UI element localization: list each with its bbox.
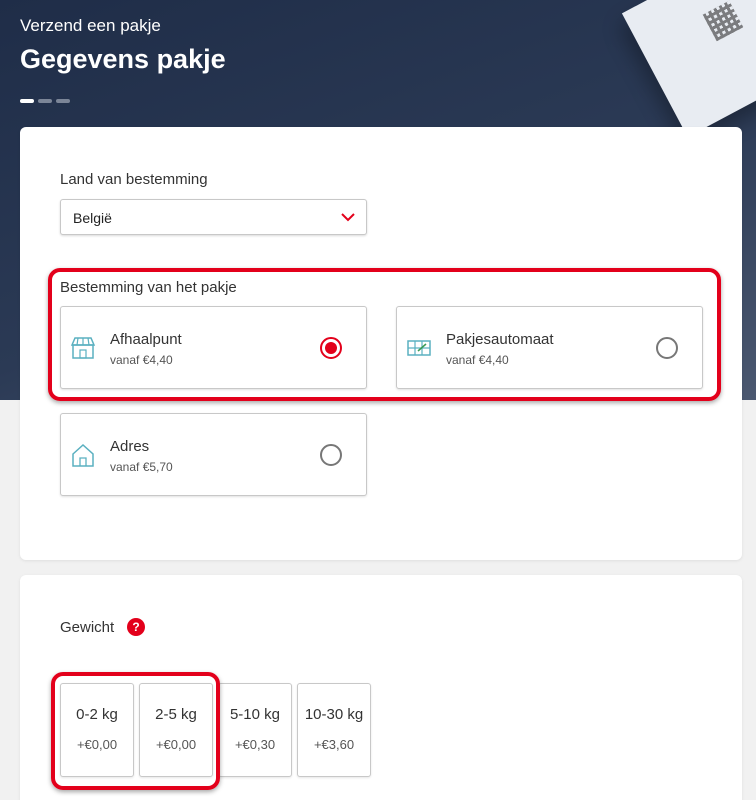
weight-card: Gewicht ? 0-2 kg +€0,00 2-5 kg +€0,00 5-… <box>20 575 742 800</box>
option-afhaalpunt[interactable]: Afhaalpunt vanaf €4,40 <box>60 306 367 389</box>
weight-price: +€0,00 <box>76 737 118 752</box>
parcel-locker-icon <box>407 340 431 356</box>
house-icon <box>72 443 94 467</box>
step-2-indicator <box>38 99 52 103</box>
weight-range: 10-30 kg <box>304 706 364 723</box>
option-price: vanaf €4,40 <box>110 353 173 367</box>
weight-range: 5-10 kg <box>229 706 281 723</box>
weight-range: 2-5 kg <box>155 706 197 723</box>
step-indicator <box>20 99 70 103</box>
weight-price: +€0,30 <box>234 737 276 752</box>
weight-range: 0-2 kg <box>76 706 118 723</box>
radio-adres[interactable] <box>320 444 342 466</box>
option-price: vanaf €5,70 <box>110 460 173 474</box>
weight-price: +€3,60 <box>313 737 355 752</box>
store-icon <box>70 337 96 359</box>
radio-afhaalpunt[interactable] <box>320 337 342 359</box>
option-pakjesautomaat[interactable]: Pakjesautomaat vanaf €4,40 <box>396 306 703 389</box>
option-name: Pakjesautomaat <box>446 331 554 348</box>
step-3-indicator <box>56 99 70 103</box>
country-select-value: België <box>73 210 112 226</box>
weight-option-0-2[interactable]: 0-2 kg +€0,00 <box>60 683 134 777</box>
country-label: Land van bestemming <box>60 171 208 188</box>
step-1-indicator <box>20 99 34 103</box>
parcel-destination-label: Bestemming van het pakje <box>60 279 237 296</box>
chevron-down-icon <box>341 213 355 222</box>
weight-option-2-5[interactable]: 2-5 kg +€0,00 <box>139 683 213 777</box>
help-icon[interactable]: ? <box>127 618 145 636</box>
radio-pakjesautomaat[interactable] <box>656 337 678 359</box>
option-name: Adres <box>110 438 150 455</box>
weight-label: Gewicht <box>60 619 115 636</box>
page-eyebrow: Verzend een pakje <box>20 16 161 35</box>
country-select[interactable]: België <box>60 199 367 235</box>
weight-option-10-30[interactable]: 10-30 kg +€3,60 <box>297 683 371 777</box>
option-price: vanaf €4,40 <box>446 353 509 367</box>
option-name: Afhaalpunt <box>110 331 182 348</box>
weight-option-5-10[interactable]: 5-10 kg +€0,30 <box>218 683 292 777</box>
page-title: Gegevens pakje <box>20 44 226 74</box>
weight-price: +€0,00 <box>155 737 197 752</box>
option-adres[interactable]: Adres vanaf €5,70 <box>60 413 367 496</box>
destination-card: Land van bestemming België Bestemming va… <box>20 127 742 560</box>
